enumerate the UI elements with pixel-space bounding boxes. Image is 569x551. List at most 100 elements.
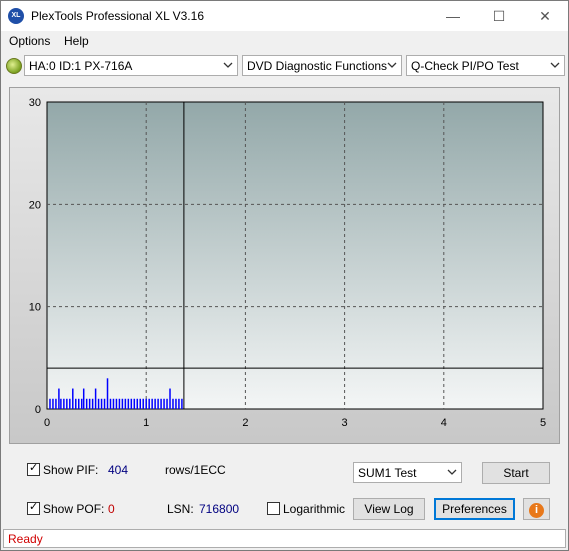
pof-value: 0 bbox=[108, 502, 115, 516]
rows-label: rows/1ECC bbox=[165, 463, 226, 477]
data-bar bbox=[91, 398, 94, 409]
data-bar bbox=[145, 398, 147, 409]
toolbar: HA:0 ID:1 PX-716A DVD Diagnostic Functio… bbox=[1, 54, 568, 80]
start-button[interactable]: Start bbox=[482, 462, 550, 484]
data-bar bbox=[77, 398, 80, 409]
data-bar bbox=[75, 398, 77, 409]
x-tick-label: 3 bbox=[342, 417, 348, 429]
data-bar bbox=[151, 398, 153, 409]
show-pof-checkbox[interactable]: ✓ bbox=[27, 501, 40, 515]
data-bar bbox=[142, 398, 144, 409]
y-tick-label: 10 bbox=[29, 302, 41, 314]
data-bar bbox=[60, 398, 62, 409]
chevron-down-icon bbox=[447, 469, 457, 475]
info-button[interactable]: i bbox=[523, 498, 550, 520]
data-bar bbox=[63, 398, 65, 409]
x-tick-label: 5 bbox=[540, 417, 546, 429]
data-bar bbox=[169, 388, 171, 409]
data-bar bbox=[172, 398, 174, 409]
plot-area bbox=[46, 101, 544, 410]
data-bar bbox=[118, 398, 121, 409]
status-bar: Ready bbox=[3, 529, 566, 548]
maximize-button[interactable]: ☐ bbox=[476, 1, 522, 31]
lsn-label: LSN: bbox=[167, 502, 194, 516]
data-bar bbox=[163, 398, 165, 409]
show-pif-label: Show PIF: bbox=[43, 463, 99, 477]
drive-select[interactable]: HA:0 ID:1 PX-716A bbox=[24, 55, 238, 76]
data-bar bbox=[55, 398, 57, 409]
data-bar bbox=[58, 388, 60, 409]
data-bar bbox=[127, 398, 130, 409]
data-bar bbox=[66, 398, 68, 409]
menu-help[interactable]: Help bbox=[64, 34, 89, 48]
data-bar bbox=[103, 398, 106, 409]
x-tick-label: 0 bbox=[44, 417, 50, 429]
data-bar bbox=[160, 398, 162, 409]
show-pif-checkbox[interactable]: ✓ bbox=[27, 462, 40, 476]
minimize-button[interactable]: — bbox=[430, 1, 476, 31]
function-select[interactable]: DVD Diagnostic Functions bbox=[242, 55, 402, 76]
data-bar bbox=[106, 378, 109, 409]
info-icon: i bbox=[529, 503, 544, 518]
logarithmic-checkbox[interactable] bbox=[267, 502, 280, 515]
data-bar bbox=[52, 398, 54, 409]
chevron-down-icon bbox=[550, 62, 560, 68]
data-bar bbox=[133, 398, 136, 409]
menu-options[interactable]: Options bbox=[9, 34, 50, 48]
test-select-value: Q-Check PI/PO Test bbox=[411, 59, 519, 73]
data-bar bbox=[49, 398, 51, 409]
logarithmic-label: Logarithmic bbox=[283, 502, 346, 516]
pif-value: 404 bbox=[108, 463, 129, 477]
data-bar bbox=[154, 398, 156, 409]
status-text: Ready bbox=[8, 532, 43, 546]
close-button[interactable]: ✕ bbox=[522, 1, 568, 31]
data-bar bbox=[157, 398, 159, 409]
data-bar bbox=[139, 398, 141, 409]
data-bar bbox=[94, 388, 97, 409]
title-bar: XL PlexTools Professional XL V3.16 — ☐ ✕ bbox=[1, 1, 568, 31]
menu-bar: Options Help bbox=[1, 32, 568, 52]
y-tick-label: 30 bbox=[29, 97, 41, 109]
window-title: PlexTools Professional XL V3.16 bbox=[31, 9, 204, 23]
data-bar bbox=[97, 398, 100, 409]
data-bar bbox=[72, 388, 74, 409]
data-bar bbox=[80, 398, 83, 409]
data-bar bbox=[82, 388, 85, 409]
pipo-chart: 0 1 2 3 4 5 0 10 20 30 bbox=[29, 97, 546, 429]
data-bar bbox=[69, 398, 71, 409]
data-bar bbox=[178, 398, 180, 409]
app-logo-icon: XL bbox=[8, 8, 24, 24]
chart-panel: 0 1 2 3 4 5 0 10 20 30 bbox=[9, 87, 560, 444]
data-bar bbox=[112, 398, 115, 409]
view-log-button[interactable]: View Log bbox=[353, 498, 425, 520]
data-bar bbox=[166, 398, 168, 409]
x-tick-label: 4 bbox=[441, 417, 447, 429]
function-select-value: DVD Diagnostic Functions bbox=[247, 59, 388, 73]
sum-test-value: SUM1 Test bbox=[358, 466, 417, 480]
data-bar bbox=[88, 398, 91, 409]
app-window: XL PlexTools Professional XL V3.16 — ☐ ✕… bbox=[0, 0, 569, 551]
data-bar bbox=[130, 398, 133, 409]
chevron-down-icon bbox=[387, 62, 397, 68]
lsn-value: 716800 bbox=[199, 502, 240, 516]
y-tick-label: 0 bbox=[35, 404, 41, 416]
preferences-button[interactable]: Preferences bbox=[434, 498, 515, 520]
data-bar bbox=[136, 398, 139, 409]
y-tick-label: 20 bbox=[29, 199, 41, 211]
data-bar bbox=[124, 398, 127, 409]
drive-select-value: HA:0 ID:1 PX-716A bbox=[29, 59, 133, 73]
data-bar bbox=[85, 398, 88, 409]
data-bar bbox=[121, 398, 124, 409]
data-bar bbox=[100, 398, 103, 409]
data-bar bbox=[181, 398, 183, 409]
x-tick-label: 2 bbox=[242, 417, 248, 429]
test-select[interactable]: Q-Check PI/PO Test bbox=[406, 55, 565, 76]
data-bar bbox=[115, 398, 118, 409]
chevron-down-icon bbox=[223, 62, 233, 68]
data-bar bbox=[175, 398, 177, 409]
x-tick-label: 1 bbox=[143, 417, 149, 429]
sum-test-select[interactable]: SUM1 Test bbox=[353, 462, 462, 483]
data-bar bbox=[148, 398, 150, 409]
x-tick-labels: 0 1 2 3 4 5 bbox=[44, 417, 546, 429]
y-tick-labels: 0 10 20 30 bbox=[29, 97, 41, 416]
